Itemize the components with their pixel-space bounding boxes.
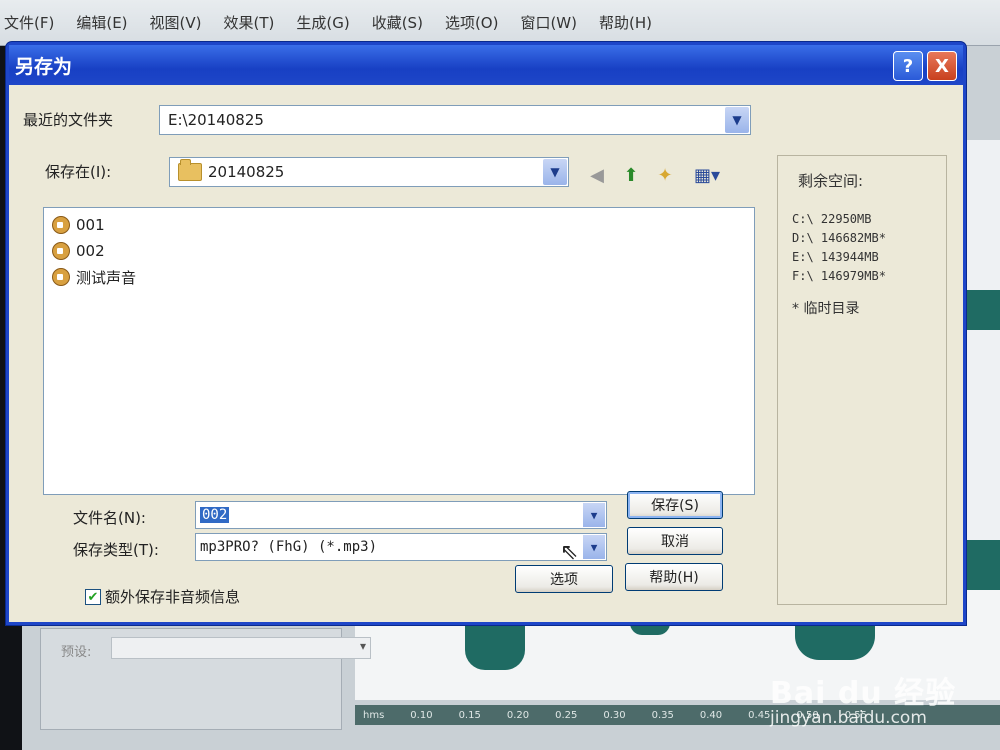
filename-label: 文件名(N): <box>73 509 146 527</box>
app-menubar: 文件(F) 编辑(E) 视图(V) 效果(T) 生成(G) 收藏(S) 选项(O… <box>0 0 1000 46</box>
dialog-titlebar[interactable]: 另存为 ? X <box>9 45 963 85</box>
menu-file[interactable]: 文件(F) <box>4 12 54 33</box>
menu-edit[interactable]: 编辑(E) <box>76 12 127 33</box>
options-button[interactable]: 选项 <box>515 565 613 593</box>
timeline-tick: hms <box>363 709 385 721</box>
chevron-down-icon[interactable]: ▼ <box>725 107 749 133</box>
drive-space: F:\ 146979MB* <box>792 269 886 283</box>
timeline-tick: 0.15 <box>458 709 481 721</box>
audio-file-icon <box>52 216 70 234</box>
timeline-tick: 0.10 <box>410 709 433 721</box>
drive-space: C:\ 22950MB <box>792 212 872 226</box>
menu-effects[interactable]: 效果(T) <box>224 12 275 33</box>
file-name: 002 <box>76 242 105 260</box>
free-space-title: 剩余空间: <box>798 172 864 190</box>
save-in-label: 保存在(I): <box>45 163 112 181</box>
drive-space: E:\ 143944MB <box>792 250 879 264</box>
preset-dropdown[interactable] <box>111 637 371 659</box>
view-menu-icon[interactable]: ▦▾ <box>689 163 725 187</box>
close-icon[interactable]: X <box>927 51 957 81</box>
menu-window[interactable]: 窗口(W) <box>520 12 577 33</box>
help-button[interactable]: 帮助(H) <box>625 563 723 591</box>
list-item[interactable]: 001 <box>52 214 105 236</box>
menu-generate[interactable]: 生成(G) <box>296 12 349 33</box>
save-in-value: 20140825 <box>208 163 285 181</box>
timeline-tick: 0.45 <box>748 709 771 721</box>
file-name: 测试声音 <box>76 268 137 287</box>
waveform-segment <box>966 290 1000 330</box>
watermark-url: jingyan.baidu.com <box>770 708 927 728</box>
menu-options[interactable]: 选项(O) <box>445 12 499 33</box>
save-button[interactable]: 保存(S) <box>627 491 723 519</box>
filetype-value: mp3PRO? (FhG) (*.mp3) <box>200 539 378 555</box>
cancel-button[interactable]: 取消 <box>627 527 723 555</box>
menu-favorites[interactable]: 收藏(S) <box>372 12 423 33</box>
list-item[interactable]: 002 <box>52 240 105 262</box>
filename-value: 002 <box>200 507 230 523</box>
help-icon[interactable]: ? <box>893 51 923 81</box>
back-icon[interactable]: ◀ <box>585 163 609 187</box>
recent-folder-dropdown[interactable]: E:\20140825 ▼ <box>159 105 751 135</box>
drive-space: D:\ 146682MB* <box>792 231 886 245</box>
timeline-tick: 0.30 <box>603 709 626 721</box>
filetype-label: 保存类型(T): <box>73 541 159 559</box>
new-folder-icon[interactable]: ✦ <box>653 163 677 187</box>
timeline-tick: 0.40 <box>699 709 723 721</box>
save-in-dropdown[interactable]: 20140825 ▼ <box>169 157 569 187</box>
baidu-jingyan-logo: Bai du 经验 <box>770 676 957 711</box>
dialog-title: 另存为 <box>15 55 73 78</box>
filename-field[interactable]: 002 ▼ <box>195 501 607 529</box>
folder-icon <box>178 159 202 181</box>
extra-info-label: 额外保存非音频信息 <box>105 588 241 606</box>
audio-file-icon <box>52 242 70 260</box>
menu-help[interactable]: 帮助(H) <box>599 12 652 33</box>
preset-label: 预设: <box>61 645 92 660</box>
filetype-dropdown[interactable]: mp3PRO? (FhG) (*.mp3) ▼ <box>195 533 607 561</box>
extra-info-checkbox[interactable]: ✔ <box>85 589 101 605</box>
chevron-down-icon[interactable]: ▼ <box>543 159 567 185</box>
timeline-tick: 0.20 <box>506 709 530 721</box>
list-item[interactable]: 测试声音 <box>52 266 136 288</box>
timeline-tick: 0.25 <box>555 709 578 721</box>
menu-view[interactable]: 视图(V) <box>150 12 202 33</box>
chevron-down-icon[interactable]: ▼ <box>583 503 605 527</box>
chevron-down-icon[interactable]: ▼ <box>583 535 605 559</box>
save-as-dialog: 另存为 ? X 最近的文件夹 E:\20140825 ▼ 保存在(I): 201… <box>6 42 966 625</box>
recent-folder-value: E:\20140825 <box>168 111 264 129</box>
preset-panel: 预设: <box>40 628 371 730</box>
file-name: 001 <box>76 216 105 234</box>
timeline-tick: 0.35 <box>651 709 674 721</box>
audio-file-icon <box>52 268 70 286</box>
recent-folder-label: 最近的文件夹 <box>23 111 114 129</box>
file-list[interactable]: 001 002 测试声音 <box>43 207 755 495</box>
temp-dir-note: * 临时目录 <box>792 301 860 317</box>
up-folder-icon[interactable]: ⬆ <box>619 163 643 187</box>
free-space-panel: 剩余空间: C:\ 22950MB D:\ 146682MB* E:\ 1439… <box>777 155 947 605</box>
mouse-cursor-icon: ⇖ <box>560 540 579 565</box>
